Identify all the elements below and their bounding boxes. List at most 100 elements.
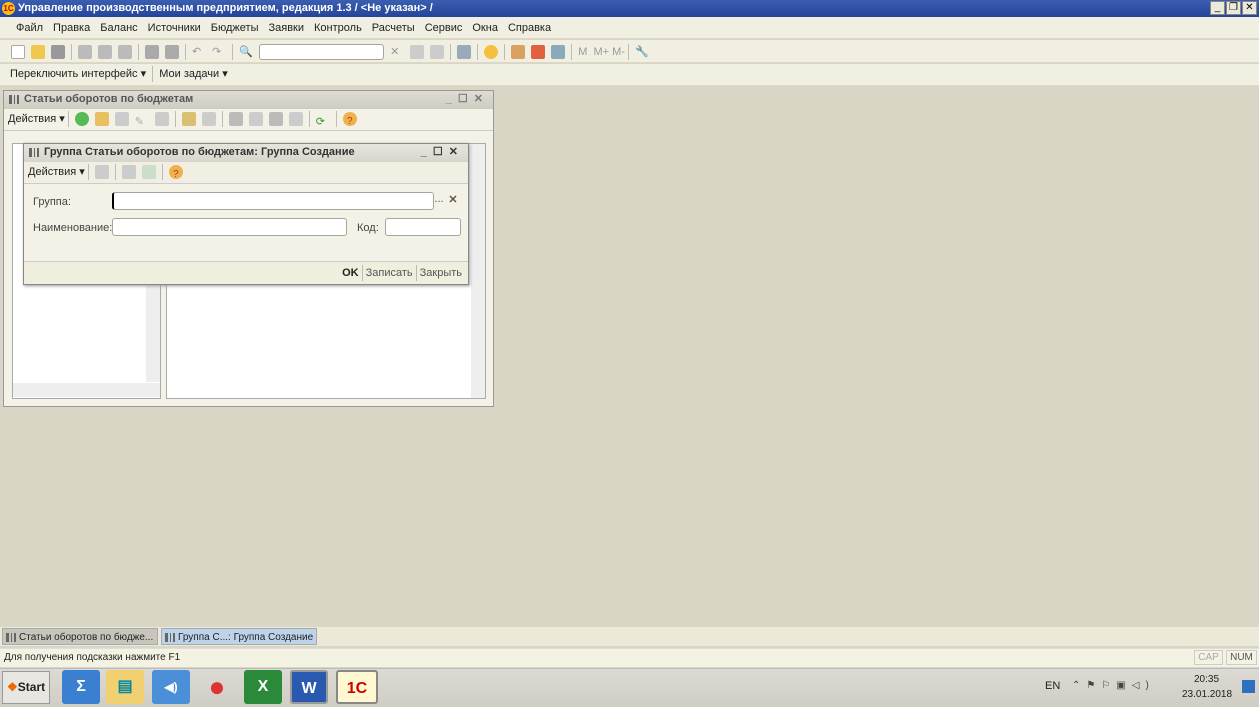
clock-time[interactable]: 20:35 [1194, 674, 1219, 685]
menu-help[interactable]: Справка [508, 17, 551, 39]
memory-minus-button[interactable]: M- [612, 46, 625, 58]
undo-icon[interactable]: ↶ [192, 45, 206, 59]
list-icon [6, 633, 16, 642]
menu-service[interactable]: Сервис [425, 17, 463, 39]
info-icon[interactable] [484, 45, 499, 59]
clock-date[interactable]: 23.01.2018 [1182, 689, 1232, 700]
menu-requests[interactable]: Заявки [268, 17, 304, 39]
dialog-titlebar: Группа Статьи оборотов по бюджетам: Груп… [24, 144, 468, 162]
language-indicator[interactable]: EN [1045, 680, 1060, 692]
minimize-button[interactable]: _ [1210, 1, 1225, 15]
taskbar-app-sound[interactable]: ◀) [152, 670, 190, 704]
code-input[interactable] [385, 218, 461, 236]
taskbar-app-explorer[interactable]: ▤ [106, 670, 144, 704]
help-icon[interactable]: ? [342, 112, 357, 127]
tools-icon[interactable]: 🔧 [635, 45, 649, 59]
hierarchy-icon[interactable] [181, 112, 196, 127]
close-dialog-button[interactable]: Закрыть [420, 267, 462, 279]
list-window-controls[interactable]: _☐✕ [446, 91, 489, 108]
print-icon[interactable] [145, 45, 159, 59]
list-actions-menu[interactable]: Действия [8, 113, 56, 125]
menu-balance[interactable]: Баланс [100, 17, 137, 39]
find-next-icon[interactable] [410, 45, 425, 59]
memory-plus-button[interactable]: M+ [593, 46, 609, 58]
preview-icon[interactable] [165, 45, 179, 59]
taskbar-app-sigma[interactable]: Σ [62, 670, 100, 704]
tree-hscrollbar[interactable] [13, 383, 160, 397]
filter-value-icon[interactable] [248, 112, 263, 127]
menu-calculations[interactable]: Расчеты [372, 17, 415, 39]
taskbar-app-1c[interactable]: 1С [336, 670, 378, 704]
dialog-actions-menu[interactable]: Действия [28, 166, 76, 178]
redo-icon[interactable]: ↷ [212, 45, 226, 59]
filter-off-icon[interactable] [288, 112, 303, 127]
find-prev-icon[interactable] [430, 45, 445, 59]
cut-icon[interactable] [78, 45, 92, 59]
show-desktop-button[interactable] [1242, 680, 1255, 693]
menu-control[interactable]: Контроль [314, 17, 362, 39]
caps-indicator: CAP [1194, 650, 1223, 665]
num-indicator: NUM [1226, 650, 1257, 665]
menu-budgets[interactable]: Бюджеты [211, 17, 259, 39]
secondary-toolbar: Переключить интерфейс ▾ Мои задачи ▾ [0, 64, 1259, 86]
menu-bar: Файл Правка Баланс Источники Бюджеты Заявки Ко… [0, 17, 1259, 39]
search-clear-icon[interactable]: ✕ [390, 45, 404, 59]
save-button[interactable]: Записать [366, 267, 413, 279]
group-input[interactable] [112, 192, 434, 210]
menu-edit[interactable]: Правка [53, 17, 90, 39]
filter-list-icon[interactable] [268, 112, 283, 127]
1c-logo-icon: 1С [2, 2, 15, 15]
taskbar-app-excel[interactable]: X [244, 670, 282, 704]
filter-icon[interactable] [228, 112, 243, 127]
refresh-icon[interactable]: ⟳ [316, 112, 330, 128]
list-icon [165, 633, 175, 642]
menu-sources[interactable]: Источники [148, 17, 201, 39]
calculator-icon[interactable] [511, 45, 526, 59]
open-icon[interactable] [31, 45, 45, 59]
memory-button[interactable]: M [578, 46, 587, 58]
save-icon[interactable] [121, 165, 136, 180]
windows-icon[interactable] [457, 45, 472, 59]
switch-interface-button[interactable]: Переключить интерфейс [10, 68, 138, 80]
menu-file[interactable]: Файл [16, 17, 43, 39]
taskbar-app-chrome[interactable]: ● [198, 670, 236, 704]
window-tab-dialog[interactable]: Группа С...: Группа Создание [161, 628, 317, 645]
add-folder-icon[interactable] [94, 112, 109, 127]
help-icon[interactable]: ? [168, 165, 183, 180]
search-input[interactable] [259, 44, 385, 60]
taskbar-app-word[interactable]: W [290, 670, 328, 704]
users-icon[interactable] [551, 45, 566, 59]
save-icon[interactable] [51, 45, 65, 59]
group-clear-button[interactable]: ✕ [446, 193, 460, 209]
add-icon[interactable] [74, 112, 89, 127]
copy-icon[interactable] [98, 45, 112, 59]
my-tasks-button[interactable]: Мои задачи [159, 68, 219, 80]
calendar-icon[interactable] [531, 45, 546, 59]
new-icon[interactable] [11, 45, 25, 59]
list-scrollbar[interactable] [471, 144, 485, 398]
menu-windows[interactable]: Окна [472, 17, 498, 39]
delete-icon[interactable] [154, 112, 169, 127]
save-close-icon[interactable] [94, 165, 109, 180]
dialog-window-controls[interactable]: _☐✕ [421, 144, 464, 161]
edit-icon[interactable]: ✎ [135, 112, 149, 128]
tray-icons[interactable]: ⌃⚑⚐▣◁) [1072, 680, 1155, 691]
name-label: Наименование: [33, 222, 113, 234]
window-tab-list[interactable]: Статьи оборотов по бюдже... [2, 628, 158, 645]
name-input[interactable] [112, 218, 347, 236]
list-toolbar: Действия ▾ ✎ ⟳? [4, 109, 493, 131]
restore-button[interactable]: ❐ [1226, 1, 1241, 15]
window-tab-label: Статьи оборотов по бюдже... [19, 632, 154, 643]
ok-button[interactable]: OK [342, 267, 359, 279]
group-choose-button[interactable]: ... [432, 193, 446, 209]
dialog-footer: OK Записать Закрыть [24, 261, 468, 284]
copy-new-icon[interactable] [141, 165, 156, 180]
close-button[interactable]: ✕ [1242, 1, 1257, 15]
list-window-titlebar: Статьи оборотов по бюджетам _☐✕ [4, 91, 493, 109]
copy-item-icon[interactable] [114, 112, 129, 127]
move-icon[interactable] [201, 112, 216, 127]
paste-icon[interactable] [118, 45, 132, 59]
group-label: Группа: [33, 196, 71, 208]
list-icon [9, 95, 19, 104]
start-button[interactable]: ❖Start [2, 671, 50, 704]
